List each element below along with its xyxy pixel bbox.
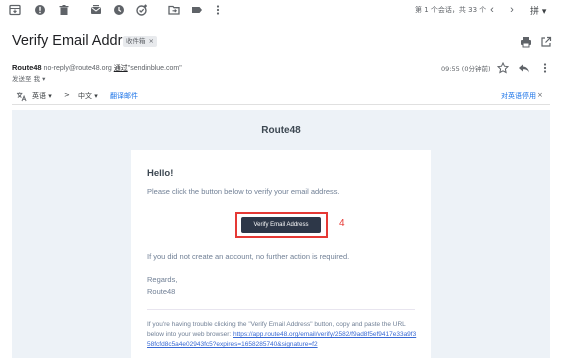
snooze-icon[interactable] xyxy=(112,3,126,17)
recipient-details-toggle[interactable]: 发送至 我 ▾ xyxy=(12,73,45,83)
annotation-number: 4 xyxy=(339,218,345,229)
via-link[interactable]: 通过 xyxy=(114,65,128,72)
translate-message-link[interactable]: 翻译邮件 xyxy=(110,91,138,101)
via-domain: "sendinblue.com" xyxy=(127,65,182,72)
move-to-icon[interactable] xyxy=(167,3,181,17)
email-card: Hello! Please click the button below to … xyxy=(131,150,431,358)
divider xyxy=(147,309,415,310)
signoff: Regards, Route48 xyxy=(147,274,177,298)
close-translate-icon[interactable]: × xyxy=(537,91,543,99)
target-language: 中文 xyxy=(78,92,92,100)
sender-line: Route48 no-reply@route48.org 通过"sendinbl… xyxy=(12,63,182,73)
reply-icon[interactable] xyxy=(518,61,530,73)
more-options-icon[interactable] xyxy=(539,61,551,73)
email-body: Route48 Hello! Please click the button b… xyxy=(12,110,550,358)
trouble-text: If you're having trouble clicking the "V… xyxy=(147,320,417,350)
mail-toolbar: 第 1 个会话，共 33 个 ‹ › 拼 ▾ xyxy=(0,0,563,20)
report-spam-icon[interactable] xyxy=(33,3,47,17)
signature-text: Route48 xyxy=(147,287,176,296)
delete-icon[interactable] xyxy=(57,3,71,17)
inbox-label-chip[interactable]: 收件箱 × xyxy=(123,36,157,47)
translate-arrow: > xyxy=(64,91,70,99)
mark-unread-icon[interactable] xyxy=(89,3,103,17)
open-new-window-icon[interactable] xyxy=(540,35,552,47)
greeting: Hello! xyxy=(147,168,174,179)
label-icon[interactable] xyxy=(190,3,204,17)
add-task-icon[interactable] xyxy=(135,3,149,17)
verify-email-button[interactable]: Verify Email Address xyxy=(241,217,321,233)
more-icon[interactable] xyxy=(211,3,225,17)
label-chip-text: 收件箱 xyxy=(126,37,146,45)
sender-email: no-reply@route48.org xyxy=(43,65,112,72)
pager-text: 第 1 个会话，共 33 个 xyxy=(415,6,487,14)
star-icon[interactable] xyxy=(496,61,510,74)
source-language-select[interactable]: 英语 ▾ xyxy=(32,91,52,101)
chevron-right-icon[interactable]: › xyxy=(506,3,518,17)
print-icon[interactable] xyxy=(520,35,532,48)
translate-bar: 英语 ▾ > 中文 ▾ 翻译邮件 对英语停用 × xyxy=(12,89,550,105)
intro-text: Please click the button below to verify … xyxy=(147,187,340,196)
message-time: 09:55 (0分钟前) xyxy=(441,65,491,73)
translate-icon xyxy=(16,91,27,104)
sender-name[interactable]: Route48 xyxy=(12,63,42,72)
regards-text: Regards, xyxy=(147,275,178,284)
no-action-text: If you did not create an account, no fur… xyxy=(147,252,350,261)
source-language: 英语 xyxy=(32,92,46,100)
archive-icon[interactable] xyxy=(8,3,22,17)
target-language-select[interactable]: 中文 ▾ xyxy=(78,91,98,101)
brand-header[interactable]: Route48 xyxy=(12,125,550,136)
disable-translation-link[interactable]: 对英语停用 xyxy=(501,91,536,101)
remove-label-icon[interactable]: × xyxy=(149,37,154,45)
input-tools-button[interactable]: 拼 ▾ xyxy=(530,4,546,17)
chevron-left-icon[interactable]: ‹ xyxy=(486,3,498,17)
